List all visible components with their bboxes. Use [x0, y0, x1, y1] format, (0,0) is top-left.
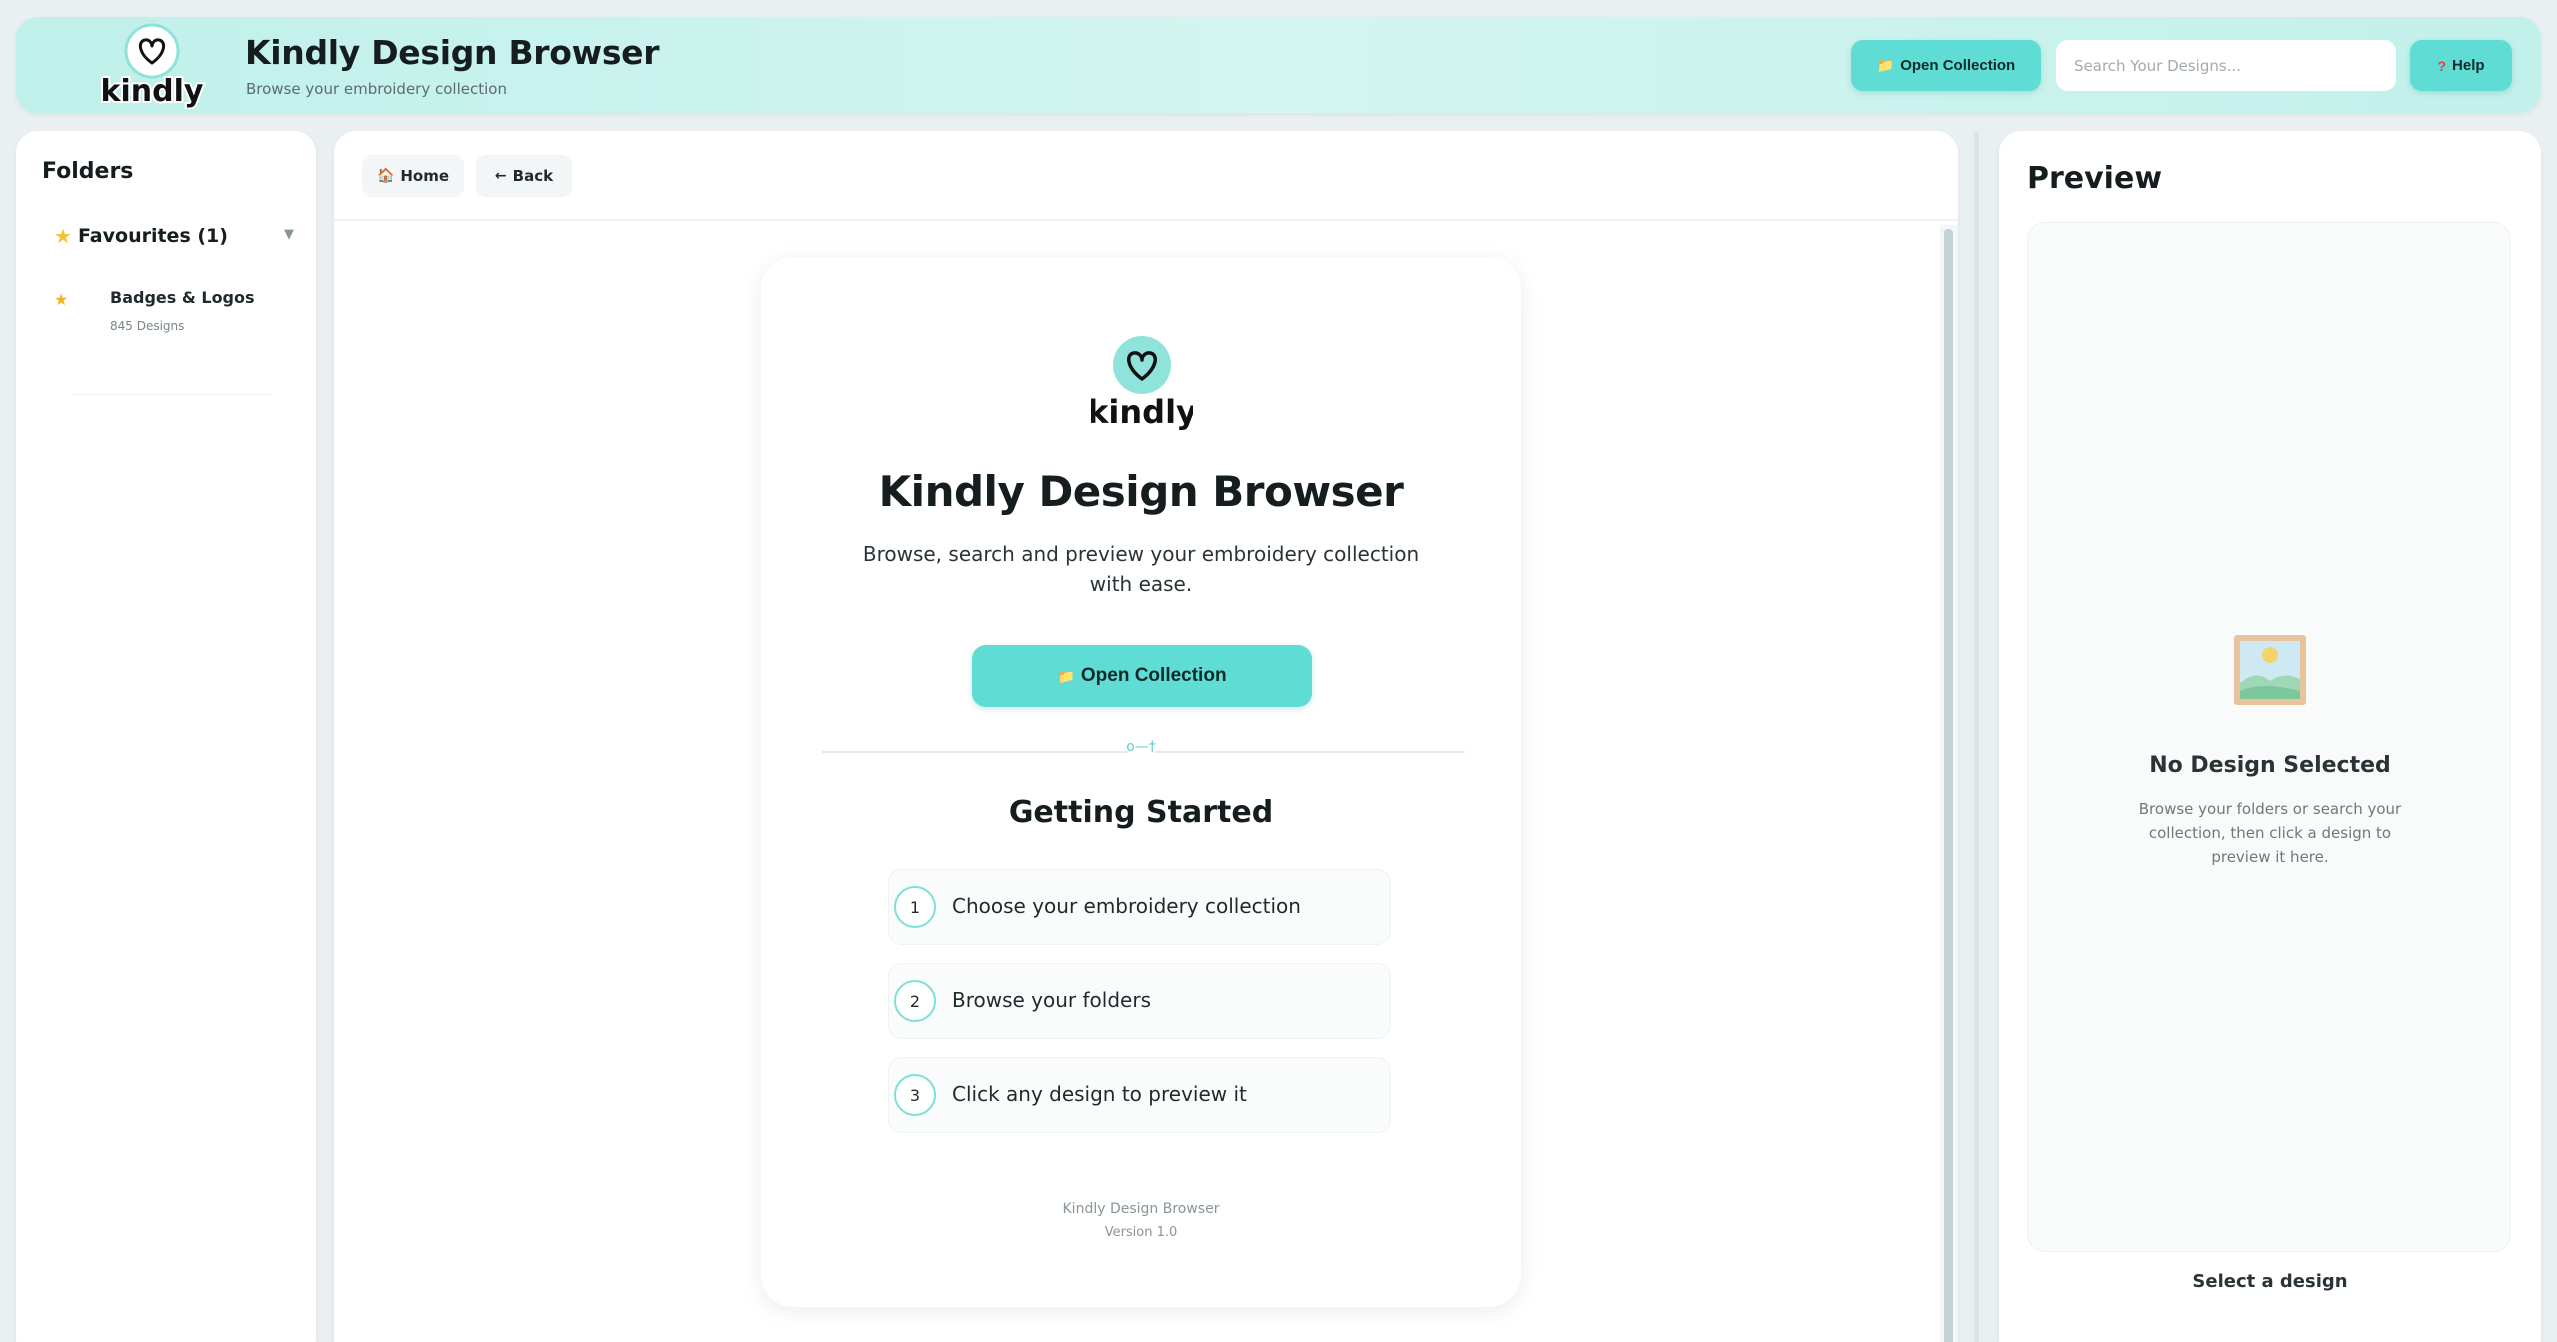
folder-icon: 📁 — [1876, 57, 1895, 73]
star-icon: ★ — [54, 224, 72, 248]
select-design-label: Select a design — [2192, 1271, 2348, 1292]
app-title: Kindly Design Browser — [245, 33, 660, 72]
step-text: Browse your folders — [952, 988, 1151, 1012]
step-item: 3 Click any design to preview it — [888, 1057, 1391, 1133]
arrow-left-icon: ← — [494, 168, 507, 184]
scrollbar-thumb[interactable] — [1944, 229, 1953, 1342]
kindly-logo: kindly — [99, 23, 206, 109]
step-number-badge: 2 — [894, 980, 936, 1022]
preview-panel: Preview No Design Selected Browse your f… — [1999, 131, 2541, 1342]
help-label: Help — [2452, 57, 2485, 74]
folder-name: Badges & Logos — [110, 288, 255, 307]
footer-version: Version 1.0 — [1104, 1225, 1178, 1240]
folder-count: 845 Designs — [110, 319, 185, 333]
divider-line — [1155, 751, 1465, 753]
no-design-title: No Design Selected — [2149, 753, 2391, 778]
preview-title: Preview — [2027, 161, 2163, 196]
app-subtitle: Browse your embroidery collection — [246, 80, 507, 98]
nav-toolbar: 🏠 Home ← Back — [334, 131, 1958, 221]
folder-item-badges-logos[interactable]: ★ Badges & Logos 845 Designs — [54, 288, 294, 348]
folders-title: Folders — [42, 159, 134, 184]
no-design-description: Browse your folders or search your colle… — [2138, 800, 2402, 866]
search-input[interactable] — [2056, 40, 2396, 91]
open-collection-label: Open Collection — [1080, 665, 1227, 686]
favourites-label: Favourites (1) — [77, 225, 228, 247]
logo-text: kindly — [1091, 393, 1193, 431]
step-number-badge: 1 — [894, 886, 936, 928]
step-text: Click any design to preview it — [952, 1082, 1247, 1106]
logo-text: kindly — [101, 74, 204, 109]
open-collection-button[interactable]: 📁 Open Collection — [972, 645, 1312, 707]
back-button[interactable]: ← Back — [476, 155, 572, 197]
home-button[interactable]: 🏠 Home — [362, 155, 464, 197]
getting-started-title: Getting Started — [1008, 795, 1274, 830]
home-label: Home — [400, 167, 450, 185]
main-panel: 🏠 Home ← Back kindly Kindly Design Brows… — [334, 131, 1958, 1342]
kindly-logo: kindly — [1091, 336, 1193, 431]
favourites-group[interactable]: ★ Favourites (1) ▼ — [54, 221, 294, 251]
app-header: kindly Kindly Design Browser Browse your… — [16, 17, 2541, 113]
footer-app-name: Kindly Design Browser — [1062, 1201, 1220, 1217]
back-label: Back — [512, 167, 554, 185]
chevron-down-icon[interactable]: ▼ — [284, 227, 294, 242]
divider-line — [822, 751, 1128, 753]
folders-panel: Folders ★ Favourites (1) ▼ ★ Badges & Lo… — [16, 131, 316, 1342]
star-icon: ★ — [54, 290, 69, 309]
folder-icon: 📁 — [1057, 667, 1075, 684]
help-button[interactable]: ? Help — [2410, 40, 2512, 91]
step-item: 1 Choose your embroidery collection — [888, 869, 1391, 945]
house-icon: 🏠 — [376, 168, 395, 184]
step-item: 2 Browse your folders — [888, 963, 1391, 1039]
welcome-card: kindly Kindly Design Browser Browse, sea… — [761, 257, 1521, 1307]
welcome-description: Browse, search and preview your embroide… — [862, 542, 1420, 596]
step-text: Choose your embroidery collection — [952, 894, 1301, 918]
step-number-badge: 3 — [894, 1074, 936, 1116]
open-collection-label: Open Collection — [1900, 57, 2016, 74]
welcome-title: Kindly Design Browser — [878, 467, 1404, 516]
open-collection-button[interactable]: 📁 Open Collection — [1851, 40, 2041, 91]
preview-area: No Design Selected Browse your folders o… — [2027, 222, 2511, 1252]
folder-divider — [72, 394, 272, 395]
picture-icon — [2234, 635, 2306, 705]
panel-resize-handle[interactable] — [1974, 131, 1979, 1342]
question-icon: ? — [2437, 57, 2447, 74]
